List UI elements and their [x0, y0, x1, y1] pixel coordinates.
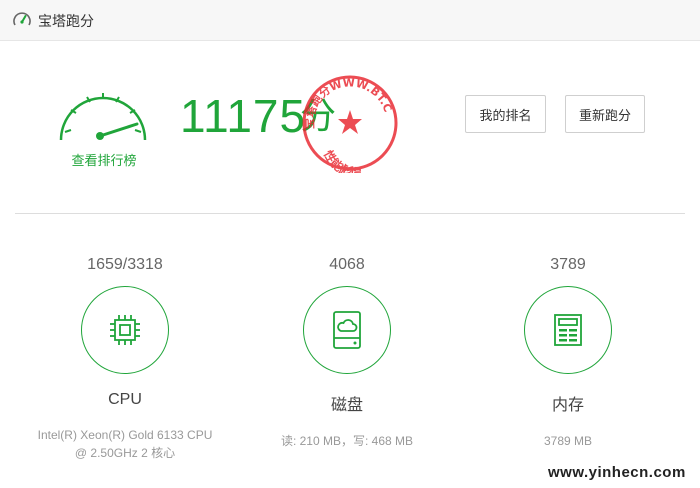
metric-label: 磁盘: [330, 397, 363, 414]
metric-value: 4068: [329, 256, 365, 273]
metric-detail: Intel(R) Xeon(R) Gold 6133 CPU @ 2.50GHz…: [37, 428, 213, 460]
metric-value: 3789: [550, 256, 586, 273]
disk-cloud-icon: [333, 311, 361, 349]
cpu-chip-icon: [110, 315, 140, 345]
metric-icon-circle: [81, 286, 169, 374]
metric-label: CPU: [108, 391, 142, 408]
metric-disk: 4068 磁盘 读: 210 MB，写: 468 MB: [247, 256, 447, 450]
view-leaderboard-link[interactable]: 查看排行榜: [58, 150, 150, 169]
metric-icon-circle: [303, 286, 391, 374]
stamp-bottom-text: 性能彪悍: [320, 147, 362, 173]
my-rank-button[interactable]: 我的排名: [465, 95, 546, 133]
metric-value: 1659/3318: [87, 256, 163, 273]
window-title: 宝塔跑分: [38, 13, 94, 29]
metric-label: 内存: [551, 397, 584, 414]
section-divider: [15, 213, 685, 214]
svg-text:性能彪悍: 性能彪悍: [320, 147, 362, 173]
rerun-benchmark-button[interactable]: 重新跑分: [565, 95, 645, 133]
metric-memory: 3789 内存 3789 MB: [468, 256, 668, 450]
metric-detail: 3789 MB: [543, 434, 593, 448]
metric-icon-circle: [524, 286, 612, 374]
metric-cpu: 1659/3318 CPU Intel(R) Xeon(R) Gold 6133…: [25, 256, 225, 462]
bt-seal-stamp: 宝塔跑分WWW.BT.CN 性能彪悍: [300, 73, 398, 173]
gauge-icon: [59, 93, 147, 141]
title-bar: 宝塔跑分: [0, 0, 700, 41]
score-value: 11175: [180, 90, 307, 142]
memory-doc-icon: [554, 314, 582, 346]
stamp-star-icon: [338, 110, 362, 134]
speedometer-icon: [13, 12, 31, 26]
metric-detail: 读: 210 MB，写: 468 MB: [280, 434, 414, 448]
site-watermark: www.yinhecn.com: [548, 464, 686, 481]
